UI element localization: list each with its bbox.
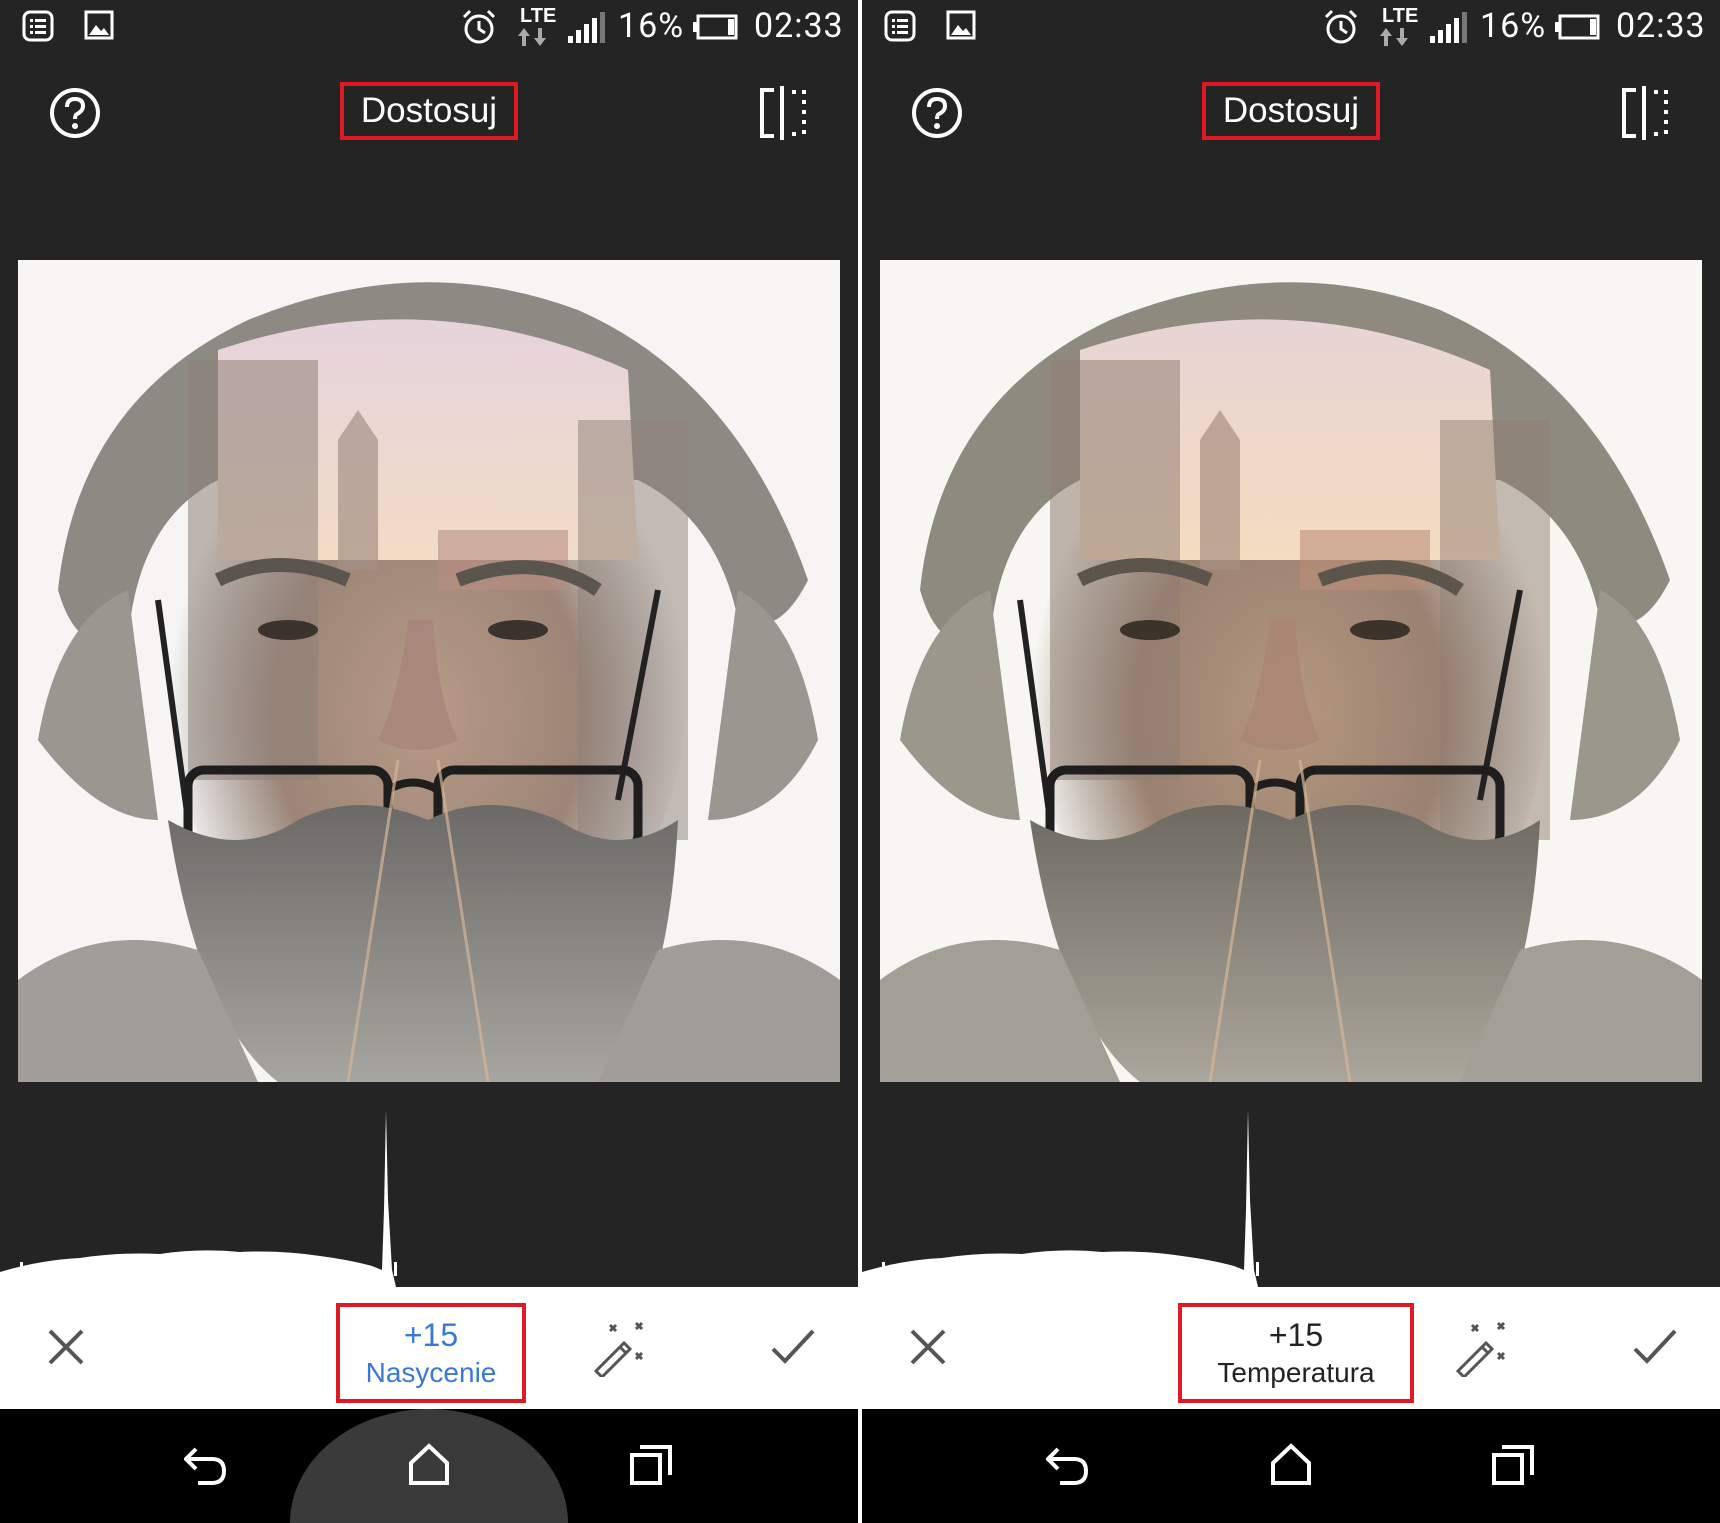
home-icon[interactable] [407,1443,451,1485]
battery-icon [693,14,738,40]
signal-icon [568,12,605,43]
clock: 02:33 [1616,6,1706,46]
signal-icon [1430,12,1467,43]
checkmark-icon[interactable] [770,1327,816,1367]
status-bar: LTE 16% 02:33 [862,0,1720,54]
portrait-double-exposure-image [880,260,1702,1082]
recent-apps-icon[interactable] [630,1445,672,1485]
phone-screen-right: LTE 16% 02:33 Dostosuj +15 Temperatura [862,0,1720,1523]
svg-text:LTE: LTE [520,5,556,27]
alarm-icon [1324,9,1358,44]
magic-wand-icon[interactable] [590,1319,648,1377]
battery-percent: 16% [1480,6,1547,46]
system-nav-bar [0,1409,858,1523]
comparison-screenshot: LTE 16% 02:33 Dostosuj +15 Nasycenie LTE… [0,0,1720,1523]
edited-photo[interactable] [18,260,840,1082]
phone-screen-left: LTE 16% 02:33 Dostosuj +15 Nasycenie [0,0,858,1523]
histogram [862,1110,1259,1287]
magic-wand-icon[interactable] [1452,1319,1510,1377]
adjust-bottom-bar: +15 Nasycenie [0,1287,858,1409]
page-title: Dostosuj [1222,91,1360,130]
compare-split-icon[interactable] [1622,86,1670,140]
battery-icon [1555,14,1600,40]
clock: 02:33 [754,6,844,46]
adjust-value: +15 [403,1317,459,1353]
lte-indicator: LTE [518,2,556,50]
compare-split-icon[interactable] [760,86,808,140]
battery-percent: 16% [618,6,685,46]
notification-list-icon [22,10,54,42]
help-icon[interactable] [48,86,102,140]
gallery-icon [946,10,976,40]
lte-icon: LTE [518,5,556,46]
lte-icon: LTE [1380,5,1418,46]
back-icon[interactable] [184,1445,228,1485]
notification-list-icon [884,10,916,42]
adjust-value: +15 [1268,1317,1324,1353]
system-nav-bar [862,1409,1720,1523]
help-icon[interactable] [910,86,964,140]
edited-photo[interactable] [880,260,1702,1082]
svg-text:LTE: LTE [1382,5,1418,27]
close-icon[interactable] [906,1325,950,1369]
lte-indicator: LTE [1380,2,1418,50]
checkmark-icon[interactable] [1632,1327,1678,1367]
close-icon[interactable] [44,1325,88,1369]
recent-apps-icon[interactable] [1492,1445,1534,1485]
editor-toolbar: Dostosuj [862,54,1720,164]
adjust-value-box[interactable]: +15 Nasycenie [336,1303,526,1403]
home-icon[interactable] [1269,1443,1313,1485]
editor-toolbar: Dostosuj [0,54,858,164]
adjust-bottom-bar: +15 Temperatura [862,1287,1720,1409]
title-highlight-box: Dostosuj [340,82,518,140]
back-icon[interactable] [1046,1445,1090,1485]
adjust-label: Temperatura [1217,1357,1375,1388]
title-highlight-box: Dostosuj [1202,82,1380,140]
portrait-double-exposure-image [18,260,840,1082]
adjust-value-box[interactable]: +15 Temperatura [1178,1303,1414,1403]
alarm-icon [462,9,496,44]
histogram [0,1110,397,1287]
page-title: Dostosuj [360,91,498,130]
gallery-icon [84,10,114,40]
status-bar: LTE 16% 02:33 [0,0,858,54]
adjust-label: Nasycenie [365,1357,497,1388]
